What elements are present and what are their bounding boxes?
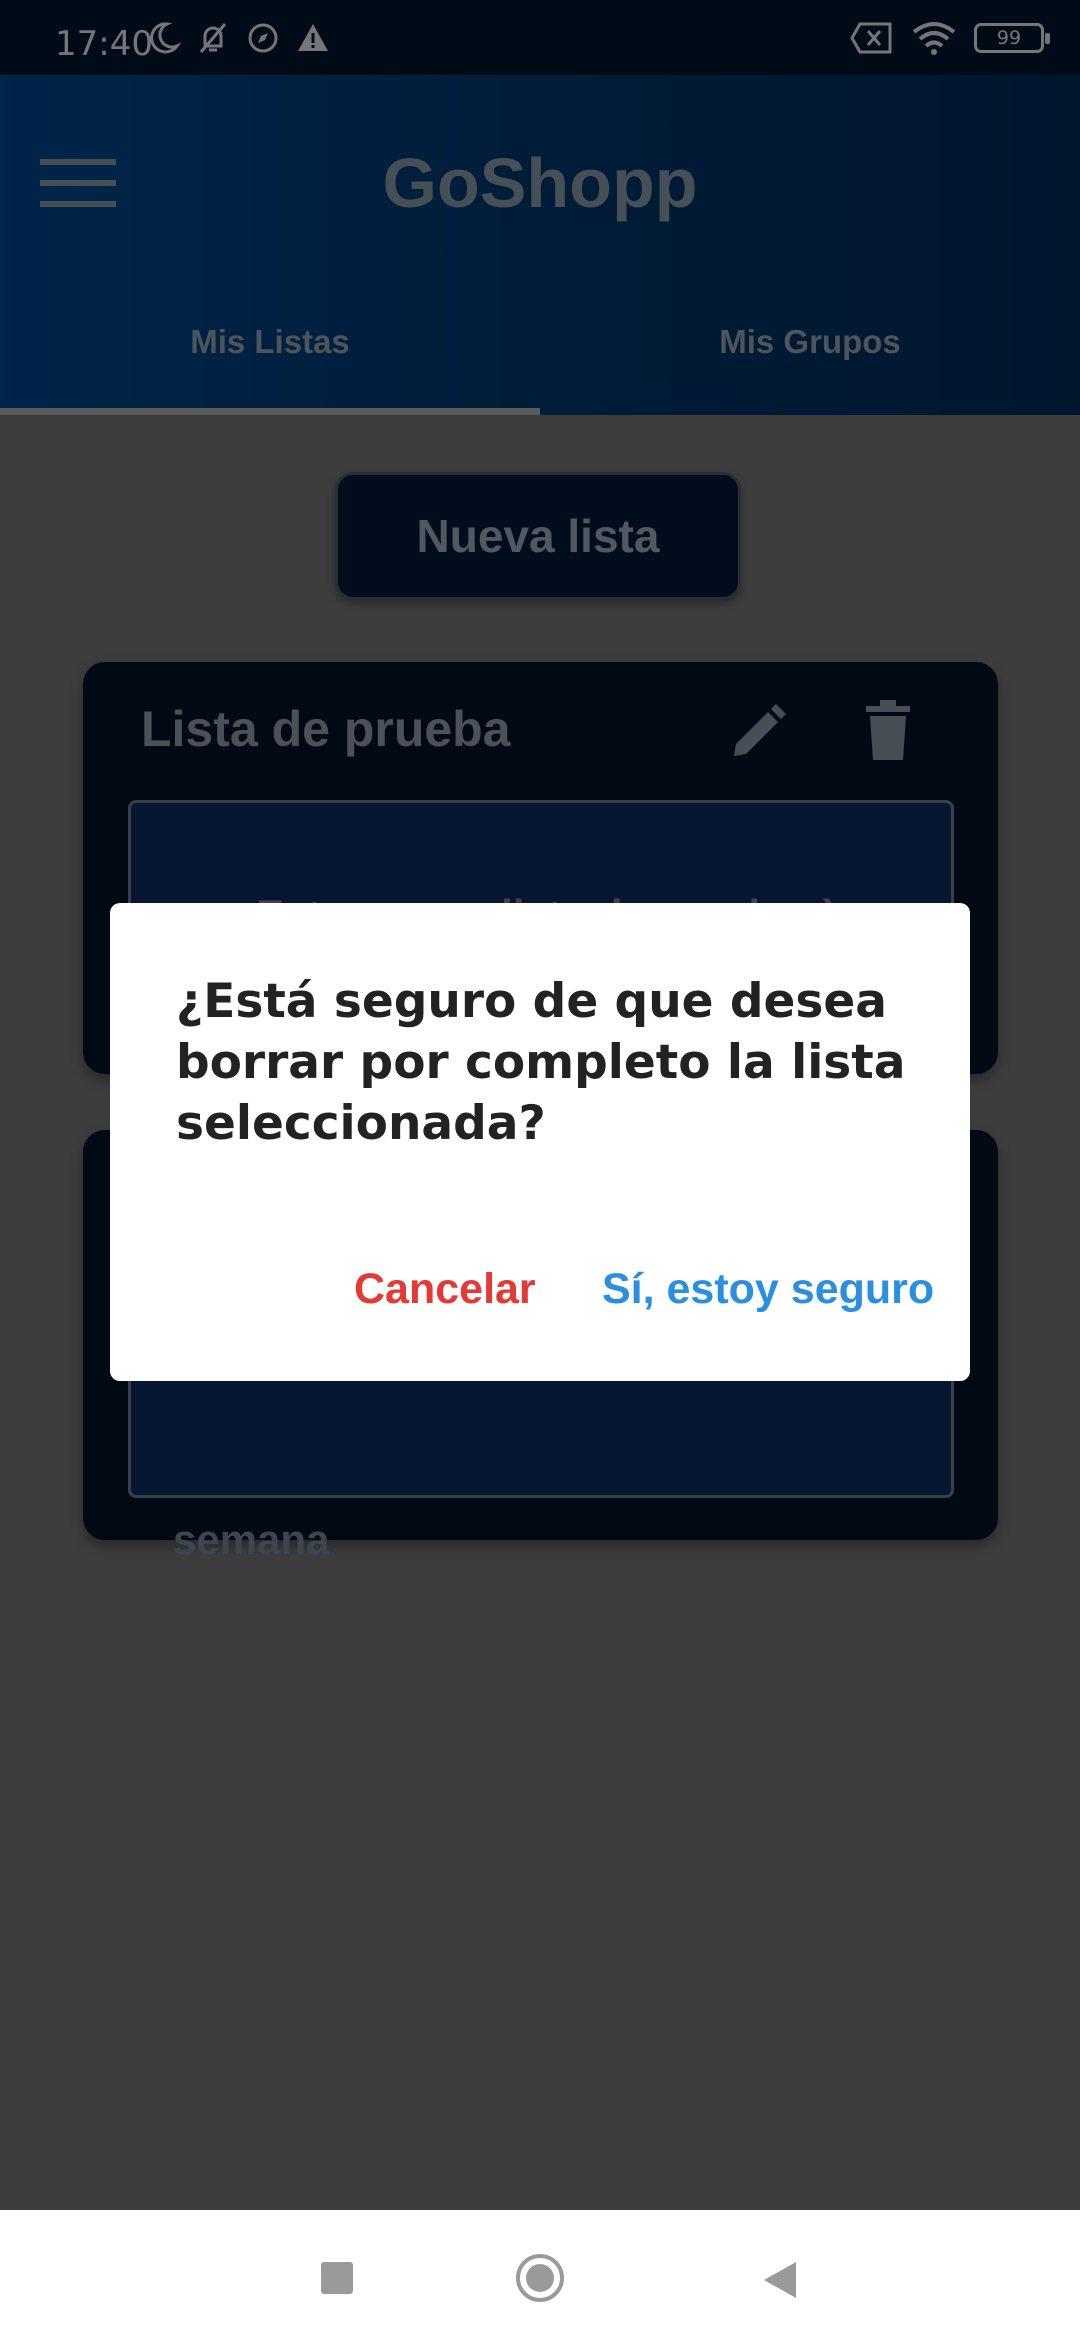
- recents-button[interactable]: [321, 2262, 353, 2294]
- confirm-delete-dialog: ¿Está seguro de que desea borrar por com…: [110, 903, 970, 1381]
- dialog-message: ¿Está seguro de que desea borrar por com…: [176, 974, 906, 1151]
- cancel-button[interactable]: Cancelar: [354, 1265, 536, 1314]
- confirm-button[interactable]: Sí, estoy seguro: [602, 1265, 934, 1314]
- home-button[interactable]: [514, 2252, 566, 2304]
- back-button[interactable]: [762, 2260, 798, 2300]
- navigation-bar: [0, 2210, 1080, 2340]
